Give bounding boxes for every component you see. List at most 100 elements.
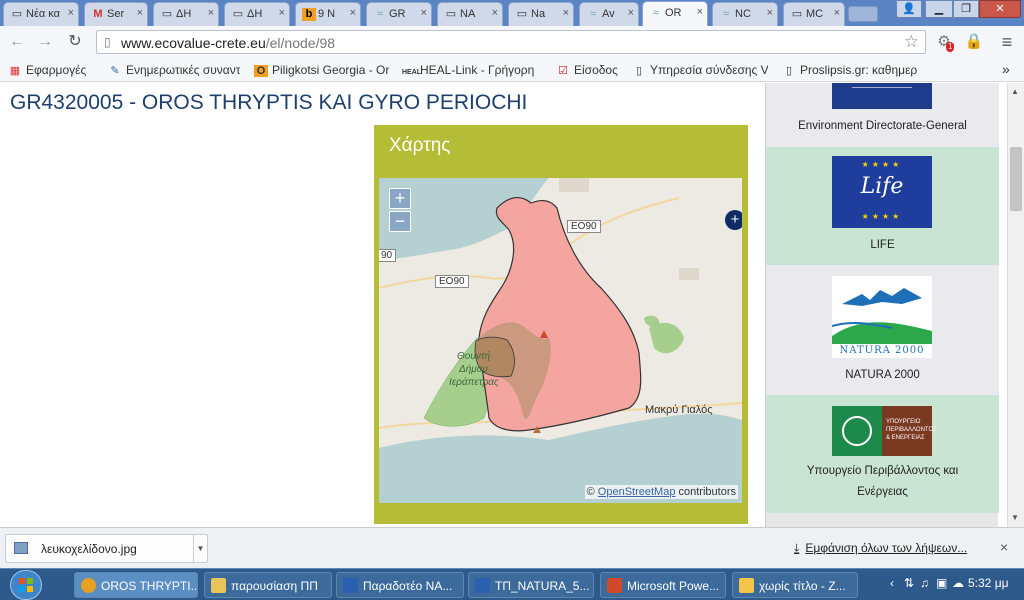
tab-1[interactable]: ▭ Νέα κα × — [3, 2, 79, 26]
sidebar-item-environment-dg[interactable]: Environment Directorate-General — [766, 83, 999, 147]
tab-12[interactable]: ▭ MC × — [783, 2, 845, 26]
bookmark-item-2[interactable]: O Piligkotsi Georgia - Or — [254, 63, 390, 77]
tab-4[interactable]: ▭ ΔΗ × — [224, 2, 290, 26]
tab-10-active[interactable]: ≈ OR × — [642, 1, 708, 26]
taskbar-item-chrome[interactable]: OROS THRYPTI... — [74, 572, 198, 598]
reload-icon[interactable]: ↻ — [64, 32, 86, 52]
natura-site-polygon — [478, 196, 642, 432]
tab-6[interactable]: ≈ GR × — [366, 2, 432, 26]
taskbar-item-powerpoint[interactable]: Microsoft Powe... — [600, 572, 726, 598]
page-icon: ▯ — [785, 65, 793, 77]
close-tab-icon[interactable]: × — [208, 7, 214, 19]
tab-5[interactable]: b9 N × — [295, 2, 361, 26]
address-bar[interactable]: ▯ www.ecovalue-crete.eu/el/node/98 ☆ — [96, 30, 926, 54]
close-tab-icon[interactable]: × — [767, 7, 773, 19]
bookmark-icon: b — [302, 8, 316, 21]
bookmark-item-3[interactable]: HEALHEAL-Link - Γρήγορη — [402, 63, 540, 77]
close-tab-icon[interactable]: × — [834, 7, 840, 19]
eu-stars-icon: ★★★★ — [861, 212, 903, 221]
bookmark-item-6[interactable]: ▯ Proslipsis.gr: καθημερ — [782, 63, 918, 77]
zoom-in-button[interactable]: + — [389, 188, 411, 209]
close-tab-icon[interactable]: × — [563, 7, 569, 19]
shopping-bag-icon[interactable]: 🔒 — [964, 32, 984, 52]
taskbar-item-word-2[interactable]: ΤΠ_NATURA_5... — [468, 572, 594, 598]
start-button[interactable] — [10, 570, 42, 600]
page-scrollbar[interactable]: ▲ ▼ — [1007, 83, 1024, 527]
new-tab-button[interactable] — [848, 6, 878, 22]
cloud-icon[interactable]: ☁ — [952, 576, 964, 590]
download-item[interactable]: λευκοχελίδονο.jpg ▼ — [5, 534, 208, 563]
download-icon: ⤓ — [794, 541, 800, 555]
close-tab-icon[interactable]: × — [279, 7, 285, 19]
page-icon: ▭ — [445, 8, 457, 20]
user-icon[interactable]: 👤 — [896, 0, 922, 18]
area-label-line3: Ιεράπετρας — [449, 377, 499, 388]
back-arrow-icon[interactable]: ← — [6, 32, 28, 52]
bookmarks-bar: ▦ Εφαρμογές ✎ Ενημερωτικές συναντ O Piligko… — [0, 58, 1024, 82]
close-tab-icon[interactable]: × — [137, 7, 143, 19]
openstreetmap-link[interactable]: OpenStreetMap — [598, 486, 676, 498]
close-window-button[interactable]: ✕ — [979, 0, 1021, 18]
tray-expand-icon[interactable]: ‹ — [890, 576, 894, 590]
close-tab-icon[interactable]: × — [421, 7, 427, 19]
extension-icon[interactable]: ⚙ 1 — [934, 32, 955, 52]
gmail-icon: M — [93, 8, 103, 20]
tab-8[interactable]: ▭ Na × — [508, 2, 574, 26]
area-label-line1: Θουντή — [457, 351, 491, 362]
bookmarks-overflow[interactable]: » — [1002, 61, 1010, 77]
road-label: EO90 — [567, 220, 601, 233]
forward-arrow-icon[interactable]: → — [34, 32, 56, 52]
close-tab-icon[interactable]: × — [350, 7, 356, 19]
natura-2000-logo: NATURA 2000 — [831, 276, 932, 358]
close-downloads-icon[interactable]: × — [1000, 539, 1008, 555]
tab-9[interactable]: ≈ Av × — [579, 2, 639, 26]
tab-3[interactable]: ▭ ΔΗ × — [153, 2, 219, 26]
bookmark-item-1[interactable]: ✎ Ενημερωτικές συναντ — [108, 63, 240, 77]
settlement — [679, 268, 699, 280]
close-tab-icon[interactable]: × — [628, 7, 634, 19]
tab-2[interactable]: M Ser × — [84, 2, 148, 26]
minimize-button[interactable]: ▁ — [925, 0, 953, 18]
scroll-up-icon[interactable]: ▲ — [1011, 87, 1019, 96]
sidebar-item-natura-2000[interactable]: NATURA 2000 NATURA 2000 — [766, 265, 999, 395]
maximize-button[interactable]: ❐ — [953, 0, 979, 18]
layer-switcher-button[interactable]: + — [725, 210, 742, 230]
page-content: GR4320005 - OROS THRYPTIS KAI GYRO PERIO… — [0, 83, 1024, 527]
road-label: 90 — [379, 249, 397, 262]
scrollbar-thumb[interactable] — [1010, 147, 1022, 211]
life-logo: Life ★★★★ ★★★★ — [832, 156, 932, 228]
downloads-bar: λευκοχελίδονο.jpg ▼ ⤓ Εμφάνιση όλων των λ… — [0, 527, 1024, 568]
taskbar-item-word-1[interactable]: Παραδοτέο ΝΑ... — [336, 572, 464, 598]
bookmark-star-icon[interactable]: ☆ — [904, 32, 919, 52]
taskbar-item-folder[interactable]: παρουσίαση ΠΠ — [204, 572, 332, 598]
scroll-down-icon[interactable]: ▼ — [1011, 513, 1019, 522]
wave-icon: ≈ — [589, 8, 597, 20]
network-icon[interactable]: ⇅ — [904, 576, 914, 590]
taskbar-item-zoner[interactable]: χωρίς τίτλο - Ζ... — [732, 572, 858, 598]
bookmark-item-4[interactable]: ☑ Είσοδος — [556, 63, 626, 77]
area-label-line2: Δήμου — [459, 364, 488, 375]
check-icon: ☑ — [558, 65, 568, 77]
sidebar-item-life[interactable]: Life ★★★★ ★★★★ LIFE — [766, 147, 999, 265]
bookmark-apps[interactable]: ▦ Εφαρμογές — [8, 63, 110, 77]
close-tab-icon[interactable]: × — [68, 7, 74, 19]
clock[interactable]: 5:32 μμ — [968, 576, 1009, 590]
page-icon: ▭ — [232, 8, 244, 20]
download-dropdown-icon[interactable]: ▼ — [193, 535, 207, 562]
tab-11[interactable]: ≈ NC × — [712, 2, 778, 26]
page-icon: ▭ — [516, 8, 528, 20]
zoom-out-button[interactable]: − — [389, 211, 411, 232]
menu-icon[interactable]: ≡ — [997, 32, 1017, 52]
tab-7[interactable]: ▭ NA × — [437, 2, 503, 26]
monitor-icon[interactable]: ▣ — [936, 576, 947, 590]
close-tab-icon[interactable]: × — [492, 7, 498, 19]
show-all-downloads-link[interactable]: ⤓ Εμφάνιση όλων των λήψεων... — [794, 541, 967, 556]
bookmark-item-5[interactable]: ▯ Υπηρεσία σύνδεσης V — [632, 63, 768, 77]
page-icon: ▯ — [104, 35, 111, 49]
volume-icon[interactable]: ♫ — [920, 576, 929, 590]
close-tab-icon[interactable]: × — [697, 6, 703, 18]
sidebar-item-ministry-environment[interactable]: ΥΠΟΥΡΓΕΙΟ ΠΕΡΙΒΑΛΛΟΝΤΟΣ & ΕΝΕΡΓΕΙΑΣ Υπου… — [766, 395, 999, 513]
page-icon: ▭ — [791, 8, 803, 20]
forest-east — [649, 322, 684, 354]
map[interactable]: + − + EO90 EO90 90 Μακρύ Γιαλός Θουντή Δ… — [379, 178, 742, 503]
